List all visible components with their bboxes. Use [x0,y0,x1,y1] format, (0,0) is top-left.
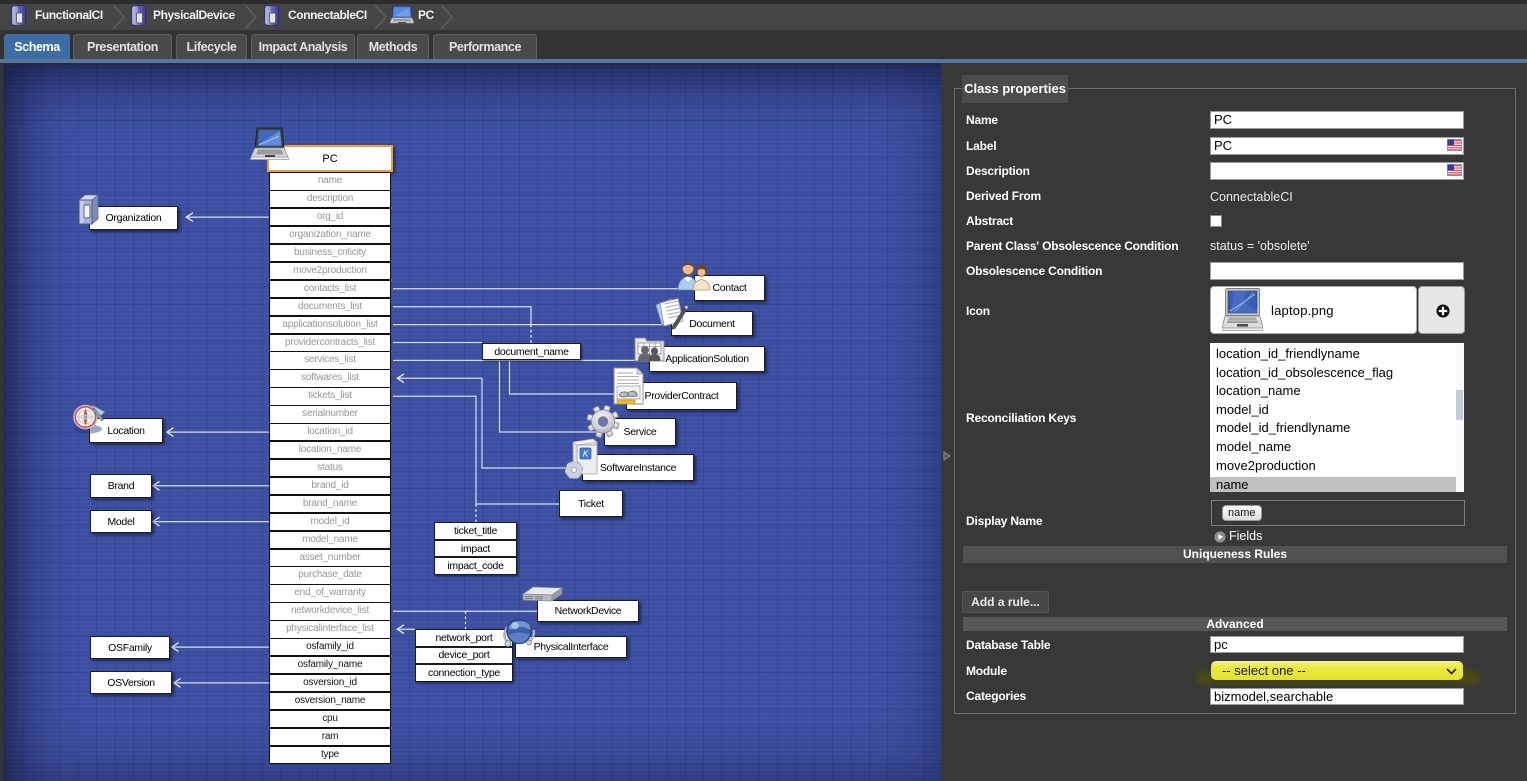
svg-text:K: K [583,450,589,459]
